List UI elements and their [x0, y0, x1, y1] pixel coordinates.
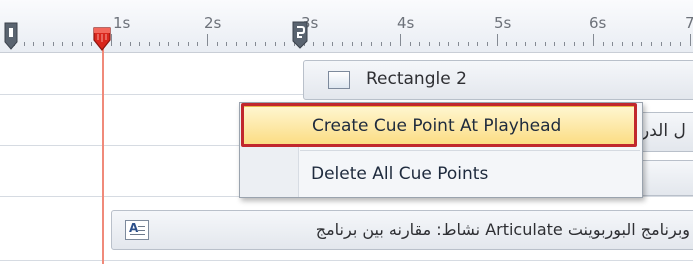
ruler-tick	[188, 42, 189, 46]
ruler-tick	[468, 42, 469, 46]
tick-label-4s: 4s	[397, 14, 415, 32]
callout-highlight-box	[241, 103, 637, 147]
object-label-partial: ل الدر	[641, 121, 686, 141]
ruler-tick	[149, 42, 150, 46]
ruler-tick	[313, 42, 314, 46]
ruler-tick	[429, 42, 430, 46]
ruler-tick	[120, 42, 121, 46]
ruler-tick	[197, 42, 198, 46]
ruler-tick	[525, 42, 526, 46]
ruler-tick	[680, 42, 681, 46]
ruler-tick	[670, 42, 671, 46]
ruler-tick	[352, 42, 353, 46]
ruler-tick	[381, 42, 382, 46]
ruler-tick	[400, 34, 401, 46]
ruler-tick	[593, 34, 594, 46]
ruler-tick	[477, 42, 478, 46]
ruler-tick	[516, 42, 517, 46]
menu-separator	[300, 150, 640, 151]
ruler-tick	[159, 42, 160, 46]
ruler-tick	[168, 42, 169, 46]
ruler-tick	[603, 42, 604, 46]
ruler-tick	[535, 42, 536, 46]
ruler-tick	[361, 42, 362, 46]
ruler-tick	[583, 42, 584, 46]
ruler-tick	[275, 42, 276, 46]
ruler-tick	[497, 34, 498, 46]
ruler-tick	[82, 42, 83, 46]
ruler-tick	[53, 42, 54, 46]
ruler-tick	[622, 42, 623, 46]
playhead-line	[102, 40, 104, 264]
ruler-tick	[448, 42, 449, 46]
ruler-tick	[632, 42, 633, 46]
timeline-object-text[interactable]: A وبرنامج البوربوينت Articulate نشاط: مق…	[111, 210, 693, 250]
ruler-tick	[255, 42, 256, 46]
ruler-tick	[33, 42, 34, 46]
ruler-tick	[226, 42, 227, 46]
ruler-tick	[487, 42, 488, 46]
ruler-tick	[439, 42, 440, 46]
rectangle-shape-icon	[328, 71, 350, 89]
object-label-text: وبرنامج البوربوينت Articulate نشاط: مقار…	[315, 220, 690, 239]
ruler-tick	[554, 42, 555, 46]
ruler-tick	[564, 42, 565, 46]
ruler-tick	[24, 42, 25, 46]
ruler-tick	[410, 42, 411, 46]
tick-label-6s: 6s	[589, 14, 607, 32]
ruler-tick	[690, 34, 691, 46]
ruler-tick	[323, 42, 324, 46]
menu-item-label: Delete All Cue Points	[311, 164, 489, 184]
ruler-tick	[371, 42, 372, 46]
ruler-tick	[458, 42, 459, 46]
tick-label-5s: 5s	[494, 14, 512, 32]
ruler-tick	[43, 42, 44, 46]
playhead-handle-icon[interactable]	[88, 24, 116, 54]
ruler-tick	[506, 42, 507, 46]
ruler-tick	[217, 42, 218, 46]
tick-label-7s: 7	[685, 14, 693, 32]
ruler-tick	[661, 42, 662, 46]
ruler-tick	[139, 42, 140, 46]
menu-item-delete-all-cue-points[interactable]: Delete All Cue Points	[298, 154, 642, 194]
ruler-tick	[419, 42, 420, 46]
ruler-tick	[62, 42, 63, 46]
ruler-tick	[612, 42, 613, 46]
cue-point-marker-icon[interactable]	[292, 21, 308, 49]
ruler-tick	[332, 42, 333, 46]
object-label-rectangle: Rectangle 2	[366, 69, 467, 89]
start-cue-marker-icon[interactable]	[4, 22, 18, 50]
ruler-tick	[246, 42, 247, 46]
ruler-tick	[574, 42, 575, 46]
ruler-tick	[236, 42, 237, 46]
ruler-tick	[342, 42, 343, 46]
ruler-tick	[390, 42, 391, 46]
ruler-tick	[651, 42, 652, 46]
ruler-tick	[178, 42, 179, 46]
ruler-tick	[284, 42, 285, 46]
tick-label-2s: 2s	[204, 14, 222, 32]
ruler-tick	[265, 42, 266, 46]
ruler-tick	[545, 42, 546, 46]
timeline-object-rectangle[interactable]: Rectangle 2	[303, 60, 693, 100]
ruler-tick	[72, 42, 73, 46]
ruler-tick	[641, 42, 642, 46]
ruler-tick	[130, 42, 131, 46]
ruler-tick	[207, 34, 208, 46]
text-box-icon: A	[125, 220, 149, 240]
